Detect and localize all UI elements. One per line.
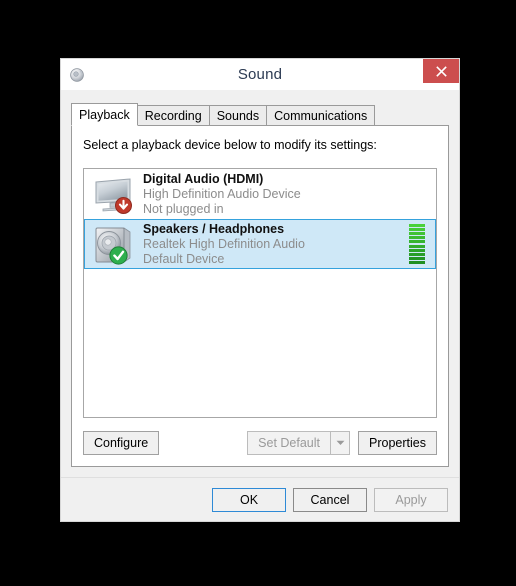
cancel-button[interactable]: Cancel	[293, 487, 367, 512]
device-name: Speakers / Headphones	[143, 221, 285, 236]
device-info: Speakers / Headphones Realtek High Defin…	[143, 222, 409, 267]
sound-dialog-window: Sound Playback Recording Sounds Communic…	[60, 58, 460, 522]
volume-meter-segment	[409, 236, 425, 240]
tab-communications-label: Communications	[274, 109, 368, 123]
volume-meter-segment	[409, 224, 425, 227]
set-default-split-button[interactable]: Set Default	[247, 431, 351, 455]
volume-meter-segment	[409, 256, 425, 260]
device-action-buttons: Configure Set Default Properties	[83, 431, 437, 455]
device-name: Digital Audio (HDMI)	[143, 171, 264, 186]
device-status: Not plugged in	[143, 201, 224, 216]
set-default-dropdown-button[interactable]	[330, 431, 351, 455]
device-status: Default Device	[143, 251, 225, 266]
set-default-button[interactable]: Set Default	[247, 431, 331, 455]
tab-playback-label: Playback	[79, 108, 130, 122]
list-item[interactable]: Digital Audio (HDMI) High Definition Aud…	[84, 169, 436, 219]
device-driver: Realtek High Definition Audio	[143, 236, 305, 251]
ok-button[interactable]: OK	[212, 487, 286, 512]
close-icon	[435, 65, 447, 77]
tab-sounds-label: Sounds	[216, 109, 260, 123]
ok-button-label: OK	[239, 492, 259, 507]
speaker-icon	[69, 66, 86, 83]
chevron-down-icon	[336, 440, 345, 445]
apply-button-label: Apply	[395, 492, 427, 507]
configure-button[interactable]: Configure	[83, 431, 160, 455]
list-item[interactable]: Speakers / Headphones Realtek High Defin…	[84, 219, 436, 269]
set-default-button-label: Set Default	[258, 436, 321, 450]
properties-button-label: Properties	[369, 436, 426, 450]
volume-meter-segment	[409, 248, 425, 252]
tab-strip: Playback Recording Sounds Communications	[71, 103, 459, 126]
configure-button-label: Configure	[94, 436, 149, 450]
volume-meter-segment	[409, 252, 425, 256]
volume-meter	[409, 224, 425, 264]
volume-meter-segment	[409, 232, 425, 236]
properties-button[interactable]: Properties	[358, 431, 437, 455]
tab-communications[interactable]: Communications	[266, 105, 376, 125]
title-bar: Sound	[61, 59, 459, 90]
device-driver: High Definition Audio Device	[143, 186, 301, 201]
device-list[interactable]: Digital Audio (HDMI) High Definition Aud…	[83, 168, 437, 418]
volume-meter-segment	[409, 260, 425, 264]
volume-meter-segment	[409, 244, 425, 248]
tab-sounds[interactable]: Sounds	[208, 105, 268, 125]
monitor-icon	[91, 172, 135, 216]
panel-prompt: Select a playback device below to modify…	[83, 138, 377, 152]
playback-tab-panel: Select a playback device below to modify…	[71, 125, 449, 467]
speaker-box-icon	[91, 222, 135, 266]
tab-playback[interactable]: Playback	[71, 103, 138, 126]
dialog-footer: OK Cancel Apply	[61, 477, 459, 521]
window-title: Sound	[237, 66, 283, 83]
volume-meter-segment	[409, 228, 425, 232]
close-button[interactable]	[423, 59, 459, 83]
device-info: Digital Audio (HDMI) High Definition Aud…	[143, 172, 436, 217]
apply-button[interactable]: Apply	[374, 487, 448, 512]
tab-recording-label: Recording	[144, 109, 202, 123]
volume-meter-segment	[409, 240, 425, 244]
cancel-button-label: Cancel	[310, 492, 350, 507]
tab-recording[interactable]: Recording	[136, 105, 210, 125]
